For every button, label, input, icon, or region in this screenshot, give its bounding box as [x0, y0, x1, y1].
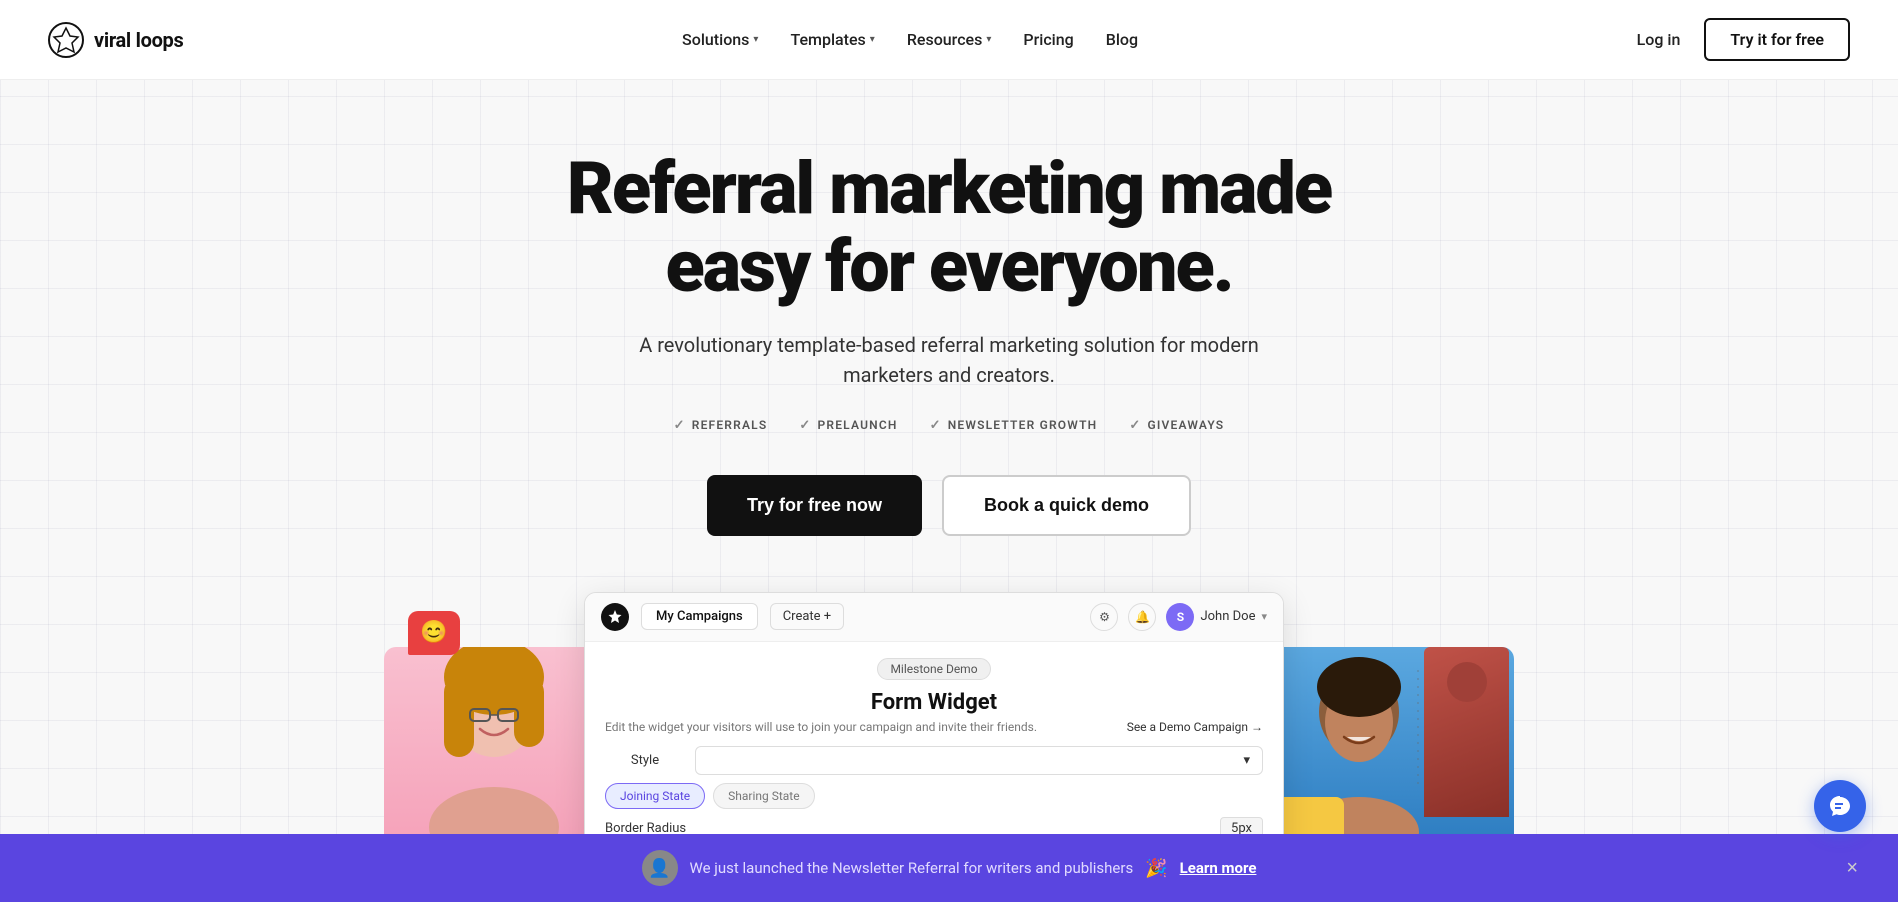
settings-icon[interactable]: ⚙ — [1090, 603, 1118, 631]
check-icon: ✓ — [930, 418, 942, 433]
state-row: Joining State Sharing State — [605, 783, 1263, 809]
style-select[interactable]: ▾ — [695, 746, 1263, 775]
chat-widget-button[interactable] — [1814, 780, 1866, 832]
dash-nav-left: My Campaigns Create + — [601, 603, 844, 631]
chat-bubble-icon: 😊 — [408, 611, 460, 655]
see-demo-link[interactable]: See a Demo Campaign → — [1127, 720, 1263, 734]
sharing-state-tab[interactable]: Sharing State — [713, 783, 814, 809]
joining-state-tab[interactable]: Joining State — [605, 783, 705, 809]
nav-item-pricing[interactable]: Pricing — [1023, 30, 1073, 49]
nav-links: Solutions ▾ Templates ▾ Resources ▾ Pric… — [682, 30, 1138, 49]
chevron-down-icon: ▾ — [986, 34, 991, 45]
person-right-image — [1264, 647, 1514, 857]
hero-features: ✓ REFERRALS ✓ PRELAUNCH ✓ NEWSLETTER GRO… — [24, 418, 1874, 433]
check-icon: ✓ — [1129, 418, 1141, 433]
nav-item-templates[interactable]: Templates ▾ — [790, 30, 874, 49]
hoodie-hood — [1447, 662, 1487, 702]
notification-close-button[interactable]: × — [1846, 857, 1858, 880]
person-right-bg — [1264, 647, 1514, 857]
chevron-down-icon: ▾ — [1261, 610, 1267, 623]
tab-create[interactable]: Create + — [770, 603, 844, 630]
notification-text: We just launched the Newsletter Referral… — [690, 859, 1134, 877]
form-widget-title: Form Widget — [605, 690, 1263, 715]
brand-name: viral loops — [94, 28, 183, 52]
nav-item-resources[interactable]: Resources ▾ — [907, 30, 992, 49]
hero-subtitle: A revolutionary template-based referral … — [599, 330, 1299, 390]
hero-title: Referral marketing made easy for everyon… — [539, 150, 1359, 306]
bell-icon[interactable]: 🔔 — [1128, 603, 1156, 631]
form-widget-desc: Edit the widget your visitors will use t… — [605, 720, 1263, 734]
dash-nav-right: ⚙ 🔔 S John Doe ▾ — [1090, 603, 1267, 631]
nav-right: Log in Try it for free — [1637, 18, 1850, 61]
person-left-svg — [384, 647, 604, 857]
chevron-down-icon: ▾ — [870, 34, 875, 45]
check-icon: ✓ — [799, 418, 811, 433]
nav-item-solutions[interactable]: Solutions ▾ — [682, 30, 758, 49]
hero-section: Referral marketing made easy for everyon… — [0, 80, 1898, 857]
dashboard-mockup: My Campaigns Create + ⚙ 🔔 S John Doe ▾ — [584, 592, 1284, 857]
feature-giveaways: ✓ GIVEAWAYS — [1129, 418, 1224, 433]
state-tabs: Joining State Sharing State — [605, 783, 815, 809]
logo-icon — [48, 22, 84, 58]
feature-referrals: ✓ REFERRALS — [674, 418, 768, 433]
style-row: Style ▾ — [605, 746, 1263, 775]
person-left-bg — [384, 647, 604, 857]
select-chevron-icon: ▾ — [1243, 753, 1250, 768]
login-link[interactable]: Log in — [1637, 30, 1681, 49]
notif-avatar: 👤 — [642, 850, 678, 886]
learn-more-link[interactable]: Learn more — [1180, 859, 1257, 877]
hero-buttons: Try for free now Book a quick demo — [24, 475, 1874, 536]
feature-newsletter: ✓ NEWSLETTER GROWTH — [930, 418, 1098, 433]
nav-try-free-button[interactable]: Try it for free — [1704, 18, 1850, 61]
navbar: viral loops Solutions ▾ Templates ▾ Reso… — [0, 0, 1898, 80]
feature-prelaunch: ✓ PRELAUNCH — [799, 418, 897, 433]
nav-item-blog[interactable]: Blog — [1106, 30, 1138, 49]
dash-logo-icon — [601, 603, 629, 631]
avatar-initial: S — [1166, 603, 1194, 631]
hoodie-decoration — [1424, 647, 1509, 817]
person-left-image: 😊 — [384, 647, 604, 857]
dashboard-topbar: My Campaigns Create + ⚙ 🔔 S John Doe ▾ — [585, 593, 1283, 642]
hero-preview: 😊 — [349, 592, 1549, 857]
chevron-down-icon: ▾ — [753, 34, 758, 45]
brand-logo[interactable]: viral loops — [48, 22, 183, 58]
style-label: Style — [605, 753, 685, 768]
tab-my-campaigns[interactable]: My Campaigns — [641, 603, 758, 630]
book-demo-button[interactable]: Book a quick demo — [942, 475, 1191, 536]
check-icon: ✓ — [674, 418, 686, 433]
chat-icon — [1828, 794, 1852, 818]
notification-banner: 👤 We just launched the Newsletter Referr… — [0, 834, 1898, 902]
try-free-now-button[interactable]: Try for free now — [707, 475, 922, 536]
dash-logo-svg — [607, 609, 623, 625]
user-avatar[interactable]: S John Doe ▾ — [1166, 603, 1267, 631]
notification-emoji: 🎉 — [1145, 858, 1167, 879]
dashboard-content: Milestone Demo Form Widget Edit the widg… — [585, 642, 1283, 856]
campaign-badge: Milestone Demo — [877, 658, 990, 680]
